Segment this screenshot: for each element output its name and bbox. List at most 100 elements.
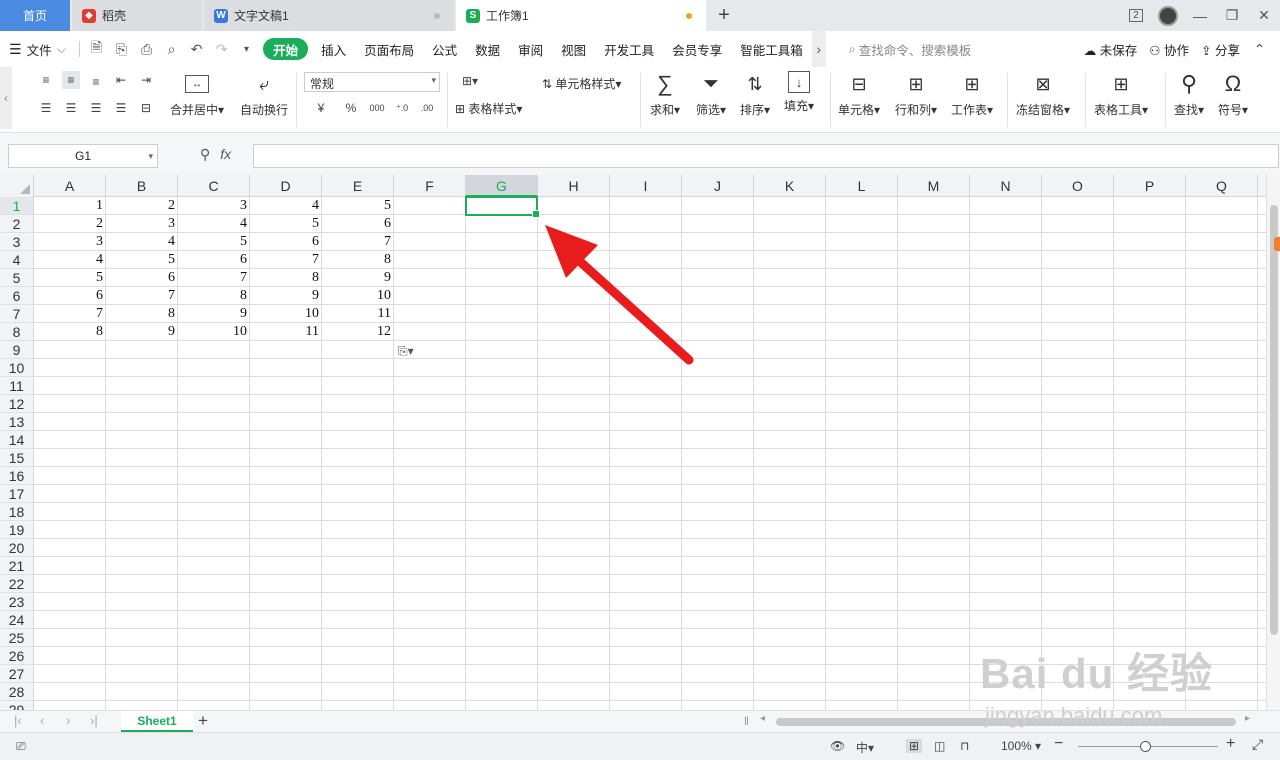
ribbon-scroll-left-icon[interactable]: ‹ bbox=[0, 67, 12, 129]
cell-c3[interactable]: 5 bbox=[178, 233, 250, 251]
tab-home[interactable]: 首页 bbox=[0, 0, 70, 31]
fill-button[interactable]: ↓ 填充▾ bbox=[784, 71, 814, 114]
cell-a1[interactable]: 1 bbox=[34, 197, 106, 215]
collab-button[interactable]: ⚇ 协作 bbox=[1149, 40, 1189, 59]
window-count-button[interactable]: 2 bbox=[1120, 0, 1152, 31]
cell-c7[interactable]: 9 bbox=[178, 305, 250, 323]
command-search[interactable]: ⌕ 查找命令、搜索模板 bbox=[840, 31, 981, 67]
row-header-23[interactable]: 23 bbox=[0, 593, 34, 611]
menu-tab-developer[interactable]: 开发工具 bbox=[595, 31, 663, 67]
row-header-21[interactable]: 21 bbox=[0, 557, 34, 575]
chinese-input-icon[interactable]: 中▾ bbox=[856, 739, 874, 756]
filter-button[interactable]: ⏷ 筛选▾ bbox=[696, 71, 726, 118]
print-preview-icon[interactable]: ⌕ bbox=[159, 31, 184, 67]
normal-view-icon[interactable]: ⊞ bbox=[906, 739, 923, 753]
export-icon[interactable]: ⎘ bbox=[109, 31, 134, 67]
column-header-i[interactable]: I bbox=[610, 175, 682, 197]
cell-d2[interactable]: 5 bbox=[250, 215, 322, 233]
unsaved-button[interactable]: ☁ 未保存 bbox=[1084, 40, 1138, 59]
cell-b2[interactable]: 3 bbox=[106, 215, 178, 233]
paste-options-icon[interactable]: ⎘▾ bbox=[398, 342, 428, 360]
column-header-b[interactable]: B bbox=[106, 175, 178, 197]
cell-b4[interactable]: 5 bbox=[106, 251, 178, 269]
align-bottom-icon[interactable]: ≡ bbox=[87, 73, 105, 91]
symbol-button[interactable]: Ω 符号▾ bbox=[1218, 71, 1248, 118]
cell-d4[interactable]: 7 bbox=[250, 251, 322, 269]
column-header-o[interactable]: O bbox=[1042, 175, 1114, 197]
cell-d1[interactable]: 4 bbox=[250, 197, 322, 215]
column-header-l[interactable]: L bbox=[826, 175, 898, 197]
menu-tab-data[interactable]: 数据 bbox=[466, 31, 509, 67]
worksheet-button[interactable]: ⊞ 工作表▾ bbox=[951, 71, 993, 118]
align-center-icon[interactable]: ☰ bbox=[62, 99, 80, 117]
justify-icon[interactable]: ☰ bbox=[112, 99, 130, 117]
row-header-3[interactable]: 3 bbox=[0, 233, 34, 251]
row-header-12[interactable]: 12 bbox=[0, 395, 34, 413]
cell-b1[interactable]: 2 bbox=[106, 197, 178, 215]
scroll-left-icon[interactable]: ◂ bbox=[760, 713, 765, 724]
name-box[interactable]: G1 ▾ bbox=[8, 144, 158, 168]
last-sheet-icon[interactable]: ›| bbox=[90, 713, 98, 728]
row-header-17[interactable]: 17 bbox=[0, 485, 34, 503]
cell-a6[interactable]: 6 bbox=[34, 287, 106, 305]
row-header-18[interactable]: 18 bbox=[0, 503, 34, 521]
cell-button[interactable]: ⊟ 单元格▾ bbox=[838, 71, 880, 118]
sum-button[interactable]: ∑ 求和▾ bbox=[650, 71, 680, 118]
column-header-a[interactable]: A bbox=[34, 175, 106, 197]
row-header-5[interactable]: 5 bbox=[0, 269, 34, 287]
cell-d8[interactable]: 11 bbox=[250, 323, 322, 341]
menu-tab-member[interactable]: 会员专享 bbox=[663, 31, 731, 67]
freeze-panes-button[interactable]: ⊠ 冻结窗格▾ bbox=[1016, 71, 1070, 118]
currency-icon[interactable]: ¥ bbox=[312, 99, 330, 117]
increase-decimal-icon[interactable]: ⁺.0 bbox=[393, 99, 411, 117]
restore-button[interactable]: ❐ bbox=[1216, 0, 1248, 31]
column-header-e[interactable]: E bbox=[322, 175, 394, 197]
cell-e2[interactable]: 6 bbox=[322, 215, 394, 233]
row-header-26[interactable]: 26 bbox=[0, 647, 34, 665]
eye-protection-icon[interactable]: 👁 bbox=[830, 739, 845, 753]
formula-input[interactable] bbox=[253, 144, 1279, 168]
column-header-k[interactable]: K bbox=[754, 175, 826, 197]
column-header-p[interactable]: P bbox=[1114, 175, 1186, 197]
cell-d7[interactable]: 10 bbox=[250, 305, 322, 323]
sort-button[interactable]: ⇅ 排序▾ bbox=[740, 71, 770, 118]
cell-e3[interactable]: 7 bbox=[322, 233, 394, 251]
menu-tab-formulas[interactable]: 公式 bbox=[423, 31, 466, 67]
cell-c8[interactable]: 10 bbox=[178, 323, 250, 341]
zoom-out-button[interactable]: − bbox=[1054, 735, 1063, 753]
tab-daoke[interactable]: ◆ 稻壳 bbox=[72, 0, 202, 31]
row-header-22[interactable]: 22 bbox=[0, 575, 34, 593]
row-header-19[interactable]: 19 bbox=[0, 521, 34, 539]
align-top-icon[interactable]: ≡ bbox=[37, 71, 55, 89]
menu-tab-page-layout[interactable]: 页面布局 bbox=[355, 31, 423, 67]
thousands-separator-icon[interactable]: 000 bbox=[368, 99, 386, 117]
align-left-icon[interactable]: ☰ bbox=[37, 99, 55, 117]
save-icon[interactable]: 🗎 bbox=[84, 31, 109, 67]
column-header-g[interactable]: G bbox=[466, 175, 538, 197]
row-header-28[interactable]: 28 bbox=[0, 683, 34, 701]
row-header-13[interactable]: 13 bbox=[0, 413, 34, 431]
cell-c1[interactable]: 3 bbox=[178, 197, 250, 215]
cell-a8[interactable]: 8 bbox=[34, 323, 106, 341]
fullscreen-icon[interactable]: ⤢ bbox=[1252, 736, 1263, 753]
sheet-tab-sheet1[interactable]: Sheet1 bbox=[121, 711, 193, 732]
column-header-j[interactable]: J bbox=[682, 175, 754, 197]
user-avatar[interactable] bbox=[1152, 0, 1184, 31]
cell-e8[interactable]: 12 bbox=[322, 323, 394, 341]
zoom-formula-icon[interactable]: ⚲ bbox=[200, 146, 210, 163]
cell-b3[interactable]: 4 bbox=[106, 233, 178, 251]
cell-e4[interactable]: 8 bbox=[322, 251, 394, 269]
menu-tab-smart-toolbox[interactable]: 智能工具箱 bbox=[731, 31, 812, 67]
column-header-c[interactable]: C bbox=[178, 175, 250, 197]
cell-c5[interactable]: 7 bbox=[178, 269, 250, 287]
merge-center-button[interactable]: ↔ 合并居中▾ bbox=[170, 71, 224, 118]
column-header-f[interactable]: F bbox=[394, 175, 466, 197]
cell-b7[interactable]: 8 bbox=[106, 305, 178, 323]
row-header-11[interactable]: 11 bbox=[0, 377, 34, 395]
page-break-view-icon[interactable]: ⊓ bbox=[960, 739, 969, 753]
row-header-25[interactable]: 25 bbox=[0, 629, 34, 647]
table-tools-button[interactable]: ⊞ 表格工具▾ bbox=[1094, 71, 1148, 118]
redo-icon[interactable]: ↷ bbox=[209, 31, 234, 67]
cell-b8[interactable]: 9 bbox=[106, 323, 178, 341]
next-sheet-icon[interactable]: › bbox=[66, 713, 70, 728]
